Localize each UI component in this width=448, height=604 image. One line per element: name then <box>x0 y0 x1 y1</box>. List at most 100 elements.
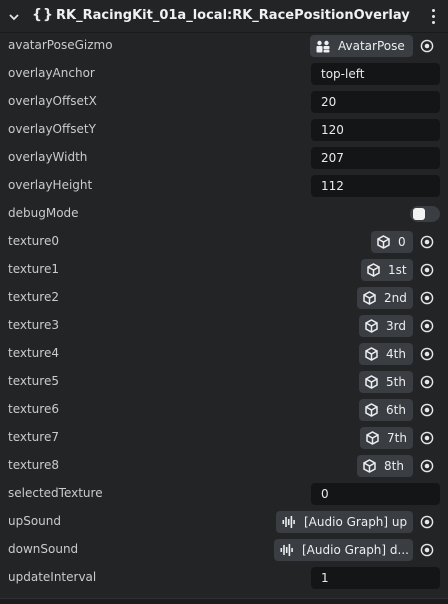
asset-reference-value: 2nd <box>384 291 407 305</box>
property-label: overlayOffsetX <box>8 94 97 108</box>
number-input[interactable]: 0 <box>311 483 440 505</box>
property-row-overlayOffsetX: overlayOffsetX 20 <box>0 88 448 116</box>
property-row-texture3: texture3 3rd <box>0 312 448 340</box>
property-label: overlayAnchor <box>8 66 95 80</box>
target-picker-icon[interactable] <box>420 375 434 389</box>
property-label: overlayOffsetY <box>8 122 96 136</box>
audio-graph-icon <box>280 544 293 556</box>
property-label: texture3 <box>8 318 59 332</box>
number-input[interactable]: 207 <box>311 147 440 169</box>
number-input[interactable]: 20 <box>311 91 440 113</box>
toggle-knob <box>413 208 425 220</box>
audio-reference-field[interactable]: [Audio Graph] up <box>276 511 413 533</box>
target-picker-icon[interactable] <box>420 543 434 557</box>
target-picker-icon[interactable] <box>420 263 434 277</box>
asset-reference-value: 3rd <box>386 319 406 333</box>
property-label: overlayHeight <box>8 178 93 192</box>
property-row-overlayWidth: overlayWidth 207 <box>0 144 448 172</box>
script-braces-icon: {} <box>32 7 54 23</box>
asset-reference-field[interactable]: 3rd <box>359 315 413 337</box>
chevron-down-icon[interactable] <box>9 12 19 22</box>
property-row-downSound: downSound [Audio Graph] d... <box>0 536 448 564</box>
target-picker-icon[interactable] <box>420 291 434 305</box>
cube-asset-icon <box>363 459 376 473</box>
property-label: texture1 <box>8 262 59 276</box>
property-row-texture4: texture4 4th <box>0 340 448 368</box>
number-input[interactable]: 1 <box>311 567 440 589</box>
cube-asset-icon <box>377 235 390 249</box>
asset-reference-value: 6th <box>386 403 406 417</box>
target-picker-icon[interactable] <box>420 515 434 529</box>
asset-reference-value: 1st <box>388 263 407 277</box>
debug-mode-toggle[interactable] <box>410 206 440 222</box>
property-row-avatarPoseGizmo: avatarPoseGizmo AvatarPose <box>0 32 448 60</box>
cube-asset-icon <box>365 375 378 389</box>
property-row-texture5: texture5 5th <box>0 368 448 396</box>
entity-reference-value: AvatarPose <box>338 39 405 53</box>
asset-reference-field[interactable]: 5th <box>359 371 413 393</box>
text-input[interactable]: top-left <box>311 63 440 85</box>
asset-reference-field[interactable]: 7th <box>360 427 413 449</box>
property-row-texture1: texture1 1st <box>0 256 448 284</box>
property-label: texture5 <box>8 374 59 388</box>
property-label: texture2 <box>8 290 59 304</box>
cube-asset-icon <box>365 347 378 361</box>
property-row-overlayOffsetY: overlayOffsetY 120 <box>0 116 448 144</box>
property-row-updateInterval: updateInterval 1 <box>0 564 448 592</box>
audio-reference-field[interactable]: [Audio Graph] d... <box>274 539 413 561</box>
property-row-upSound: upSound [Audio Graph] up <box>0 508 448 536</box>
property-row-texture7: texture7 7th <box>0 424 448 452</box>
property-label: updateInterval <box>8 570 97 584</box>
property-row-overlayAnchor: overlayAnchor top-left <box>0 60 448 88</box>
property-row-texture2: texture2 2nd <box>0 284 448 312</box>
property-label: upSound <box>8 514 62 528</box>
kebab-menu-icon[interactable] <box>432 9 436 25</box>
target-picker-icon[interactable] <box>420 431 434 445</box>
target-picker-icon[interactable] <box>420 459 434 473</box>
component-title: RK_RacingKit_01a_local:RK_RacePositionOv… <box>56 8 410 23</box>
cube-asset-icon <box>366 431 379 445</box>
component-header[interactable]: {} RK_RacingKit_01a_local:RK_RacePositio… <box>0 0 448 33</box>
asset-reference-value: 8th <box>384 459 404 473</box>
target-picker-icon[interactable] <box>420 235 434 249</box>
entity-reference-field[interactable]: AvatarPose <box>310 35 413 57</box>
property-row-debugMode: debugMode <box>0 200 448 228</box>
property-label: debugMode <box>8 206 79 220</box>
property-label: overlayWidth <box>8 150 88 164</box>
cube-asset-icon <box>367 263 380 277</box>
asset-reference-value: 0 <box>398 235 406 249</box>
property-label: texture0 <box>8 234 59 248</box>
number-input[interactable]: 120 <box>311 119 440 141</box>
asset-reference-value: 4th <box>386 347 406 361</box>
property-label: texture4 <box>8 346 59 360</box>
target-picker-icon[interactable] <box>420 347 434 361</box>
component-inspector-panel: {} RK_RacingKit_01a_local:RK_RacePositio… <box>0 0 448 604</box>
cube-asset-icon <box>365 403 378 417</box>
asset-reference-field[interactable]: 8th <box>357 455 413 477</box>
target-picker-icon[interactable] <box>420 319 434 333</box>
property-row-selectedTexture: selectedTexture 0 <box>0 480 448 508</box>
property-label: avatarPoseGizmo <box>8 38 113 52</box>
property-row-texture0: texture0 0 <box>0 228 448 256</box>
property-label: downSound <box>8 542 79 556</box>
audio-reference-value: [Audio Graph] up <box>304 515 408 529</box>
panel-divider <box>0 598 448 604</box>
audio-reference-value: [Audio Graph] d... <box>302 543 409 557</box>
property-row-texture6: texture6 6th <box>0 396 448 424</box>
property-row-texture8: texture8 8th <box>0 452 448 480</box>
asset-reference-field[interactable]: 2nd <box>357 287 413 309</box>
target-picker-icon[interactable] <box>420 39 434 53</box>
asset-reference-field[interactable]: 6th <box>359 399 413 421</box>
asset-reference-field[interactable]: 1st <box>361 259 413 281</box>
asset-reference-value: 5th <box>386 375 406 389</box>
property-label: texture7 <box>8 430 59 444</box>
asset-reference-value: 7th <box>387 431 407 445</box>
cube-asset-icon <box>365 319 378 333</box>
property-label: selectedTexture <box>8 486 103 500</box>
target-picker-icon[interactable] <box>420 403 434 417</box>
cube-asset-icon <box>363 291 376 305</box>
asset-reference-field[interactable]: 0 <box>371 231 413 253</box>
asset-reference-field[interactable]: 4th <box>359 343 413 365</box>
number-input[interactable]: 112 <box>311 175 440 197</box>
property-label: texture8 <box>8 458 59 472</box>
